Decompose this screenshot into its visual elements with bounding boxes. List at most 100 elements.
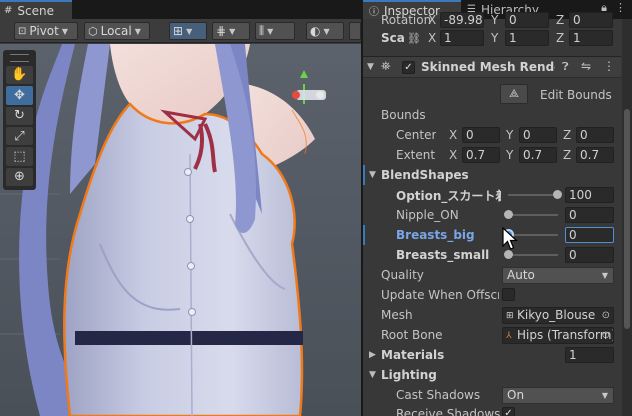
axis-y-label: Y: [506, 148, 514, 162]
cast-shadows-dropdown[interactable]: On ▼: [502, 386, 614, 404]
foldout-icon[interactable]: ▼: [369, 170, 376, 180]
kebab-menu-icon[interactable]: ⋮: [603, 59, 615, 73]
hand-icon: ✋: [11, 67, 28, 83]
rotation-y-field[interactable]: 0: [505, 12, 549, 28]
blendshape-slider-track[interactable]: [508, 194, 558, 196]
cast-shadows-row: Cast Shadows On ▼: [363, 385, 621, 405]
grid-snap-button[interactable]: ⊞ ▼: [169, 22, 207, 40]
scale-tool-button[interactable]: ⤢: [6, 126, 33, 146]
foldout-collapsed-icon[interactable]: ▶: [369, 350, 376, 360]
extent-label: Extent: [396, 148, 436, 162]
scene-tab-bar: # Scene: [0, 0, 361, 19]
component-header[interactable]: ▼ ⛯ ✓ Skinned Mesh Renderer ❓︎ ⇋ ⋮: [363, 56, 621, 78]
mesh-row: Mesh ⊞ Kikyo_Blouse ⊙: [363, 305, 621, 325]
foldout-icon[interactable]: ▼: [369, 370, 376, 380]
rect-tool-button[interactable]: ⬚: [6, 147, 33, 166]
root-bone-row: Root Bone ⅄ Hips (Transform) ⊙: [363, 325, 621, 345]
quality-dropdown[interactable]: Auto ▼: [502, 266, 614, 284]
center-z-field[interactable]: 0: [576, 127, 614, 143]
axis-z-label: Z: [563, 128, 572, 142]
blendshape-slider-knob[interactable]: [553, 190, 562, 199]
bounds-center-row: Center X 0 Y 0 Z 0: [363, 125, 621, 145]
blendshape-name: Option_スカート着: [396, 188, 501, 203]
blendshape-slider-track[interactable]: [508, 254, 558, 256]
lighting-label: Lighting: [381, 368, 437, 382]
receive-shadows-row: Receive Shadows ✓: [363, 404, 621, 416]
rotation-x-field[interactable]: -89.98: [440, 12, 484, 28]
scene-view[interactable]: # Scene ⊡ Pivot ▼ ⬡ Local ▼ ⊞ ▼ ⋕ ▼ ⫼ ▼ …: [0, 0, 361, 416]
foldout-icon[interactable]: ▼: [367, 62, 374, 72]
blendshape-slider-knob[interactable]: [504, 210, 513, 219]
materials-count-field[interactable]: 1: [565, 347, 614, 363]
more-button[interactable]: [349, 22, 361, 40]
grid-visibility-button[interactable]: ⋕ ▼: [212, 22, 250, 40]
drag-handle[interactable]: [10, 54, 29, 62]
hand-tool-button[interactable]: ✋: [6, 65, 33, 85]
chevron-down-icon: ▼: [601, 270, 608, 280]
root-bone-object-field[interactable]: ⅄ Hips (Transform) ⊙: [502, 326, 614, 344]
blendshape-value-field[interactable]: 0: [565, 247, 614, 263]
update-offscreen-checkbox[interactable]: [502, 288, 515, 301]
axis-z-label: Z: [556, 13, 565, 27]
extent-z-field[interactable]: 0.7: [576, 147, 614, 163]
scale-y-field[interactable]: 1: [505, 30, 549, 46]
axis-x-label: X: [449, 128, 458, 142]
mesh-object-field[interactable]: ⊞ Kikyo_Blouse ⊙: [502, 306, 614, 324]
scrollbar-thumb[interactable]: [624, 109, 630, 329]
edit-bounds-button[interactable]: ⟁: [500, 84, 528, 104]
blendshape-name: Breasts_small: [396, 248, 490, 262]
bounds-extent-row: Extent X 0.7 Y 0.7 Z 0.7: [363, 145, 621, 165]
shading-mode-button[interactable]: ◐ ▼: [306, 22, 344, 40]
grid-icon: #: [4, 5, 13, 16]
center-x-field[interactable]: 0: [462, 127, 500, 143]
pivot-label: Pivot: [29, 24, 59, 38]
scale-z-field[interactable]: 1: [569, 30, 613, 46]
cast-shadows-label: Cast Shadows: [396, 388, 481, 402]
move-tool-button[interactable]: ✥: [6, 86, 33, 105]
scale-icon: ⤢: [14, 128, 25, 144]
edit-bounds-label: Edit Bounds: [540, 88, 612, 102]
object-picker-icon[interactable]: ⊙: [602, 330, 610, 341]
blendshapes-foldout[interactable]: ▼ BlendShapes: [363, 165, 621, 185]
component-enabled-checkbox[interactable]: ✓: [402, 61, 415, 74]
help-icon[interactable]: ❓︎: [562, 60, 569, 74]
link-icon[interactable]: ⛓: [407, 32, 421, 45]
extent-y-field[interactable]: 0.7: [519, 147, 557, 163]
axis-y-label: Y: [491, 13, 499, 27]
bounds-handle-icon: ⟁: [509, 87, 519, 100]
preset-icon[interactable]: ⇋: [581, 59, 591, 73]
scene-viewport[interactable]: ✋ ✥ ↻ ⤢ ⬚ ⊕: [0, 44, 361, 416]
materials-foldout[interactable]: ▶ Materials 1: [363, 345, 621, 365]
increment-snap-button[interactable]: ⫼ ▼: [255, 22, 295, 40]
chevron-down-icon: ▼: [186, 26, 193, 36]
blendshape-name: Nipple_ON: [396, 208, 459, 222]
receive-shadows-checkbox[interactable]: ✓: [502, 407, 515, 416]
object-picker-icon[interactable]: ⊙: [602, 310, 610, 321]
bounds-label: Bounds: [381, 108, 426, 122]
lighting-foldout[interactable]: ▼ Lighting: [363, 365, 621, 385]
tab-scene[interactable]: # Scene: [0, 0, 72, 19]
local-dropdown[interactable]: ⬡ Local ▼: [84, 22, 150, 40]
blendshape-value-field[interactable]: 0: [565, 227, 614, 243]
extent-x-field[interactable]: 0.7: [462, 147, 500, 163]
pivot-dropdown[interactable]: ⊡ Pivot ▼: [14, 22, 78, 40]
sphere-icon: ◐: [310, 24, 321, 38]
inspector-scrollbar[interactable]: [622, 19, 632, 416]
rotation-label: Rotation: [381, 13, 432, 27]
root-bone-label: Root Bone: [381, 328, 443, 342]
rotation-z-field[interactable]: 0: [569, 12, 613, 28]
center-y-field[interactable]: 0: [519, 127, 557, 143]
blendshape-slider-track[interactable]: [508, 214, 558, 216]
rotate-tool-button[interactable]: ↻: [6, 106, 33, 125]
mesh-icon: ⊞: [506, 310, 514, 321]
transform-tool-button[interactable]: ⊕: [6, 167, 33, 186]
blendshape-value-field[interactable]: 100: [565, 187, 614, 203]
scale-x-field[interactable]: 1: [440, 30, 484, 46]
rect-icon: ⬚: [13, 148, 26, 164]
blendshape-name: Breasts_big: [396, 228, 475, 242]
mesh-value: Kikyo_Blouse: [517, 308, 596, 322]
scene-render: [0, 44, 361, 416]
blendshape-value-field[interactable]: 0: [565, 207, 614, 223]
blendshape-slider-knob[interactable]: [504, 250, 513, 259]
mesh-renderer-icon: ⛯: [381, 59, 391, 73]
